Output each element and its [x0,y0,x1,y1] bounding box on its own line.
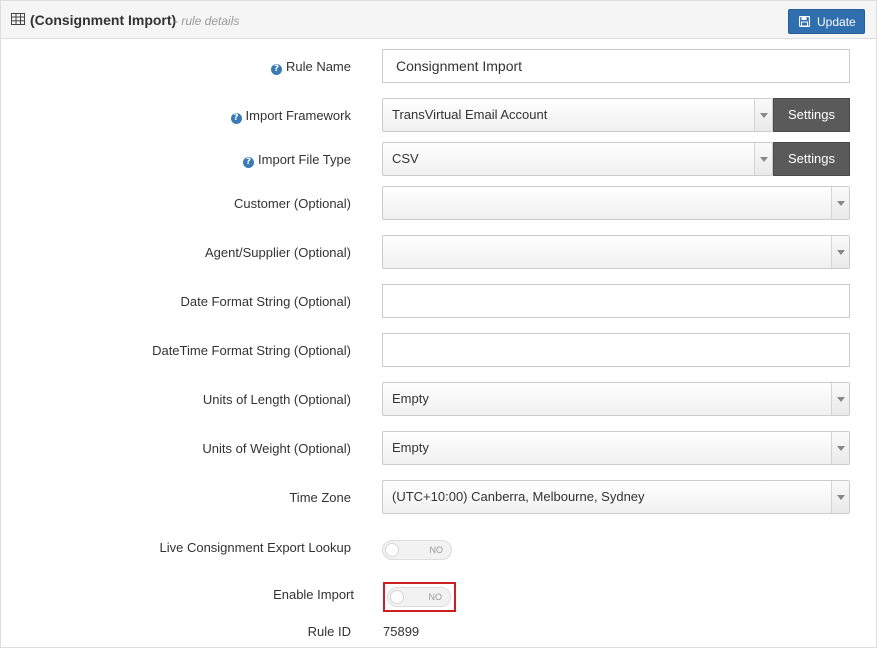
chevron-down-icon[interactable] [831,383,849,415]
units-weight-select[interactable]: Empty [382,431,850,465]
rule-id-label: Rule ID [307,624,351,639]
enable-import-label: Enable Import [273,587,354,602]
units-length-value: Empty [392,391,429,406]
chevron-down-icon[interactable] [831,432,849,464]
update-button-label: Update [817,15,856,29]
chevron-down-icon[interactable] [831,187,849,219]
import-framework-label: ? Import Framework [230,108,351,124]
chevron-down-icon[interactable] [831,236,849,268]
date-format-input[interactable] [382,284,850,318]
import-framework-value: TransVirtual Email Account [392,107,548,122]
save-icon [799,16,810,27]
units-weight-label: Units of Weight (Optional) [202,441,351,456]
import-framework-select[interactable]: TransVirtual Email Account [382,98,773,132]
import-file-type-value: CSV [392,151,419,166]
page-subtitle: - rule details [174,14,240,28]
chevron-down-icon[interactable] [754,99,772,131]
datetime-format-label: DateTime Format String (Optional) [152,343,351,358]
toggle-knob [390,590,404,604]
customer-label: Customer (Optional) [233,196,351,211]
live-lookup-toggle[interactable]: NO [382,540,452,560]
agent-supplier-label: Agent/Supplier (Optional) [205,245,351,260]
time-zone-value: (UTC+10:00) Canberra, Melbourne, Sydney [392,489,645,504]
date-format-label: Date Format String (Optional) [180,294,351,309]
datetime-format-input[interactable] [382,333,850,367]
agent-supplier-select[interactable] [382,235,850,269]
question-circle-icon[interactable]: ? [270,64,282,75]
units-length-label: Units of Length (Optional) [202,392,351,407]
rule-id-value: 75899 [383,624,420,639]
import-framework-settings-button[interactable]: Settings [773,98,850,132]
rule-name-label: ? Rule Name [270,59,351,75]
units-weight-value: Empty [392,440,429,455]
enable-import-toggle[interactable]: NO [387,587,451,607]
import-file-type-select[interactable]: CSV [382,142,773,176]
time-zone-label: Time Zone [289,490,351,505]
toggle-knob [385,543,399,557]
time-zone-select[interactable]: (UTC+10:00) Canberra, Melbourne, Sydney [382,480,850,514]
live-lookup-label: Live Consignment Export Lookup [159,540,351,555]
import-file-type-settings-button[interactable]: Settings [773,142,850,176]
toggle-state-text: NO [429,545,444,555]
chevron-down-icon[interactable] [754,143,772,175]
import-file-type-label: ? Import File Type [243,152,351,168]
rule-details-panel: (Consignment Import) - rule details Upda… [0,0,877,648]
rule-name-input[interactable]: Consignment Import [382,49,850,83]
units-length-select[interactable]: Empty [382,382,850,416]
table-icon [11,13,25,25]
question-circle-icon[interactable]: ? [243,157,255,168]
question-circle-icon[interactable]: ? [230,113,242,124]
customer-select[interactable] [382,186,850,220]
toggle-state-text: NO [428,592,443,602]
update-button[interactable]: Update [788,9,865,34]
page-title: (Consignment Import) [30,12,177,28]
panel-header: (Consignment Import) - rule details Upda… [1,1,876,39]
chevron-down-icon[interactable] [831,481,849,513]
